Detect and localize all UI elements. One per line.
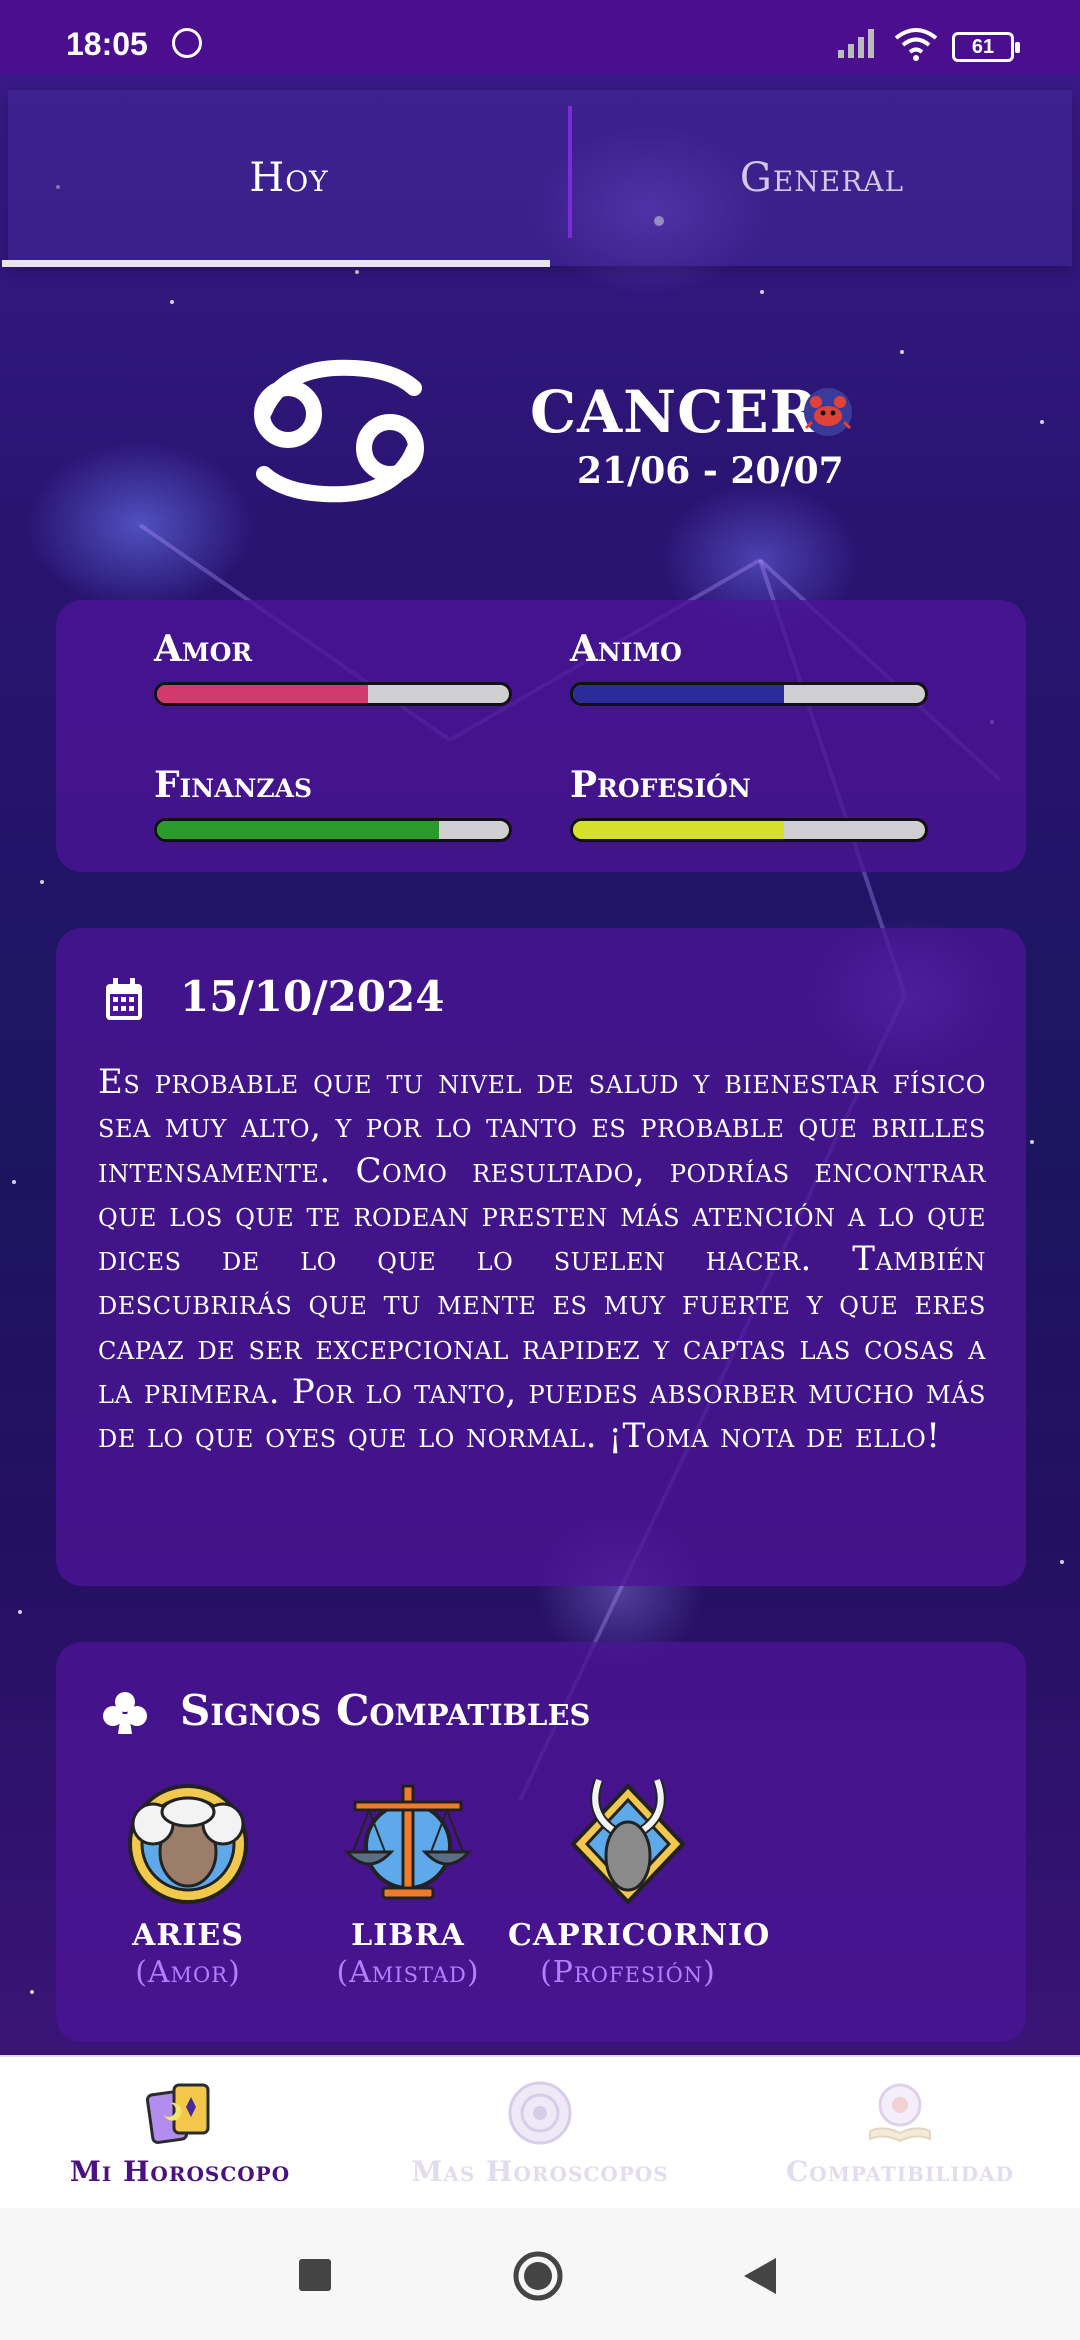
- stat-bar-amor: [154, 682, 512, 706]
- stat-label-animo: Animo: [570, 628, 682, 670]
- alarm-icon: [172, 28, 202, 58]
- nav-mas-horoscopos[interactable]: Mas Horoscopos: [360, 2057, 720, 2209]
- stat-bar-fill-amor: [157, 685, 369, 703]
- stat-bar-fill-animo: [573, 685, 785, 703]
- active-tab-indicator: [2, 260, 550, 267]
- tab-bar: Hoy General: [2, 90, 1072, 267]
- compatible-sign-relation: (Profesión): [540, 1955, 716, 1990]
- compatible-sign-relation: (Amor): [135, 1955, 241, 1990]
- stat-label-profesion: Profesión: [570, 764, 751, 806]
- horoscope-text: Es probable que tu nivel de salud y bien…: [98, 1062, 986, 1457]
- club-icon: [103, 1692, 147, 1734]
- battery-icon: 61: [952, 32, 1020, 62]
- libra-sign-icon: [343, 1784, 473, 1900]
- stat-bar-profesion: [570, 818, 928, 842]
- status-bar: 18:05 61: [0, 0, 1080, 74]
- stats-card: Amor Animo Finanzas Profesión: [56, 600, 1026, 872]
- system-navigation-bar: [0, 2208, 1080, 2340]
- tab-general[interactable]: General: [572, 90, 1072, 266]
- stat-bar-fill-profesion: [573, 821, 785, 839]
- stat-label-amor: Amor: [154, 628, 253, 670]
- tab-hoy[interactable]: Hoy: [8, 90, 570, 266]
- nav-label-mas-horoscopos: Mas Horoscopos: [411, 2155, 669, 2188]
- stat-label-finanzas: Finanzas: [154, 764, 313, 806]
- bottom-navigation: Mi Horoscopo Mas Horoscopos Compatibilid…: [0, 2055, 1080, 2209]
- compatible-sign-libra[interactable]: LIBRA (Amistad): [288, 1772, 528, 1990]
- tarot-cards-icon: [145, 2083, 210, 2144]
- capricorn-sign-icon: [570, 1778, 686, 1905]
- compatible-sign-relation: (Amistad): [336, 1955, 480, 1990]
- nav-compatibilidad[interactable]: Compatibilidad: [720, 2057, 1080, 2209]
- compatible-sign-capricornio[interactable]: CAPRICORNIO (Profesión): [508, 1772, 771, 1990]
- horoscope-date: 15/10/2024: [180, 972, 445, 1021]
- stat-bar-fill-finanzas: [157, 821, 439, 839]
- nav-label-mi-horoscopo: Mi Horoscopo: [69, 2155, 291, 2188]
- home-icon[interactable]: [512, 2250, 564, 2302]
- recent-apps-icon[interactable]: [298, 2258, 332, 2292]
- stat-bar-finanzas: [154, 818, 512, 842]
- calendar-icon: [106, 978, 142, 1020]
- stat-bar-animo: [570, 682, 928, 706]
- wifi-icon: [894, 28, 938, 61]
- sign-dates: 21/06 - 20/07: [577, 450, 844, 492]
- crab-icon: [804, 388, 852, 436]
- back-icon[interactable]: [742, 2256, 778, 2296]
- daily-horoscope-card: 15/10/2024 Es probable que tu nivel de s…: [56, 928, 1026, 1586]
- aries-sign-icon: [128, 1784, 248, 1904]
- compatible-signs-card: Signos Compatibles ARIES (Amor) LIBRA (Amis…: [56, 1642, 1026, 2042]
- compatible-sign-name: LIBRA: [351, 1918, 465, 1953]
- nav-label-compatibilidad: Compatibilidad: [786, 2155, 1014, 2188]
- sign-name: CANCER: [530, 378, 819, 446]
- compatible-signs-title: Signos Compatibles: [180, 1686, 591, 1735]
- zodiac-wheel-icon: [508, 2081, 572, 2145]
- compatibility-book-icon: [869, 2083, 931, 2143]
- nav-mi-horoscopo[interactable]: Mi Horoscopo: [0, 2057, 360, 2209]
- compatible-sign-aries[interactable]: ARIES (Amor): [68, 1772, 308, 1990]
- status-time: 18:05: [66, 26, 148, 62]
- signal-icon: [838, 29, 874, 58]
- cancer-glyph-icon: [254, 359, 424, 503]
- compatible-sign-name: ARIES: [132, 1918, 244, 1953]
- compatible-sign-name: CAPRICORNIO: [508, 1918, 771, 1953]
